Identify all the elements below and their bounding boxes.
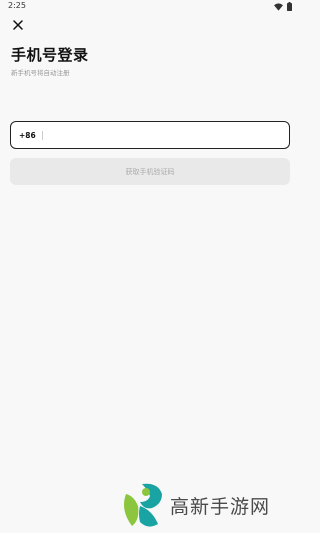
page-title: 手机号登录: [11, 46, 89, 64]
phone-field[interactable]: +86: [10, 121, 290, 149]
page-subtitle: 新手机号将自动注册: [11, 69, 70, 77]
get-code-button[interactable]: 获取手机验证码: [10, 158, 290, 185]
status-icons: [274, 2, 292, 11]
close-icon: [13, 15, 23, 34]
battery-icon: [287, 2, 292, 11]
watermark-text: 高新手游网: [170, 495, 271, 518]
wifi-icon: [274, 2, 283, 11]
phone-input[interactable]: [48, 122, 289, 148]
close-button[interactable]: [10, 16, 26, 32]
watermark: 高新手游网: [118, 480, 298, 530]
country-code[interactable]: +86: [19, 131, 36, 140]
status-time: 2:25: [8, 1, 26, 10]
status-bar: 2:25: [0, 0, 300, 14]
code-divider: [41, 130, 43, 140]
login-screen: 2:25 手机号登录 新手机号将自动注册 +86 获取手机验证码 高新手游网: [0, 0, 300, 533]
watermark-logo-icon: [118, 480, 166, 530]
